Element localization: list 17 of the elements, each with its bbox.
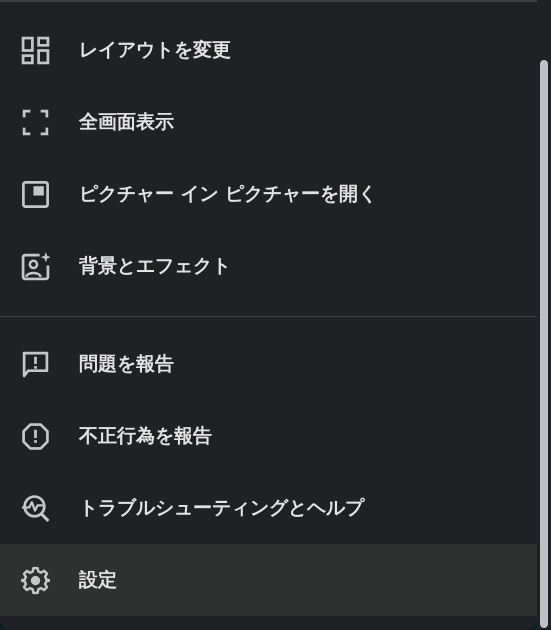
fullscreen-icon (21, 108, 50, 136)
layout-grid-icon (21, 36, 50, 64)
menu-item[interactable]: 背景とエフェクト (0, 230, 537, 302)
portrait-sparkle-icon (21, 252, 50, 280)
menu-item[interactable]: トラブルシューティングとヘルプ (0, 472, 537, 544)
picture-in-picture-icon (21, 180, 50, 208)
report-bubble-icon (21, 350, 50, 378)
menu-item[interactable]: レイアウトを変更 (0, 14, 537, 86)
menu-item[interactable]: 不正行為を報告 (0, 400, 537, 472)
menu-item[interactable]: 全画面表示 (0, 86, 537, 158)
warning-octagon-icon (21, 422, 50, 450)
menu-item[interactable]: ピクチャー イン ピクチャーを開く (0, 158, 537, 230)
menu-item[interactable]: 問題を報告 (0, 328, 537, 400)
menu-item[interactable]: 設定 (0, 544, 537, 616)
magnifier-pulse-icon (21, 494, 50, 522)
settings-icon (21, 566, 50, 594)
scrollbar-thumb[interactable] (540, 60, 548, 628)
